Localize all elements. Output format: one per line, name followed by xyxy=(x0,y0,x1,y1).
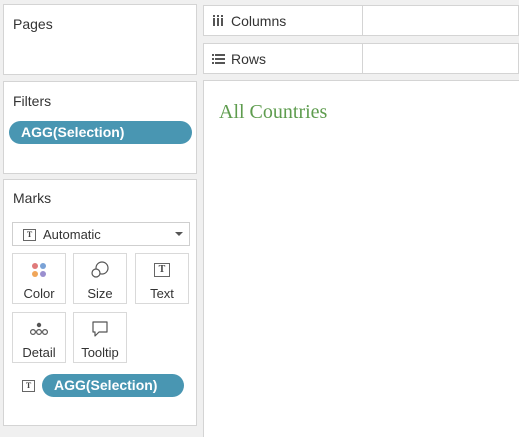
view-canvas[interactable]: All Countries xyxy=(203,80,519,437)
rows-label: Rows xyxy=(231,51,267,67)
mark-type-dropdown[interactable]: T Automatic xyxy=(12,222,190,246)
columns-shelf[interactable]: Columns xyxy=(203,5,519,36)
tooltip-button[interactable]: Tooltip xyxy=(73,312,127,363)
pages-title: Pages xyxy=(13,16,53,32)
filter-pill-agg-selection[interactable]: AGG(Selection) xyxy=(9,121,192,144)
shelf-divider xyxy=(362,6,363,35)
detail-label: Detail xyxy=(22,345,56,360)
size-button[interactable]: Size xyxy=(73,253,127,304)
rows-shelf[interactable]: Rows xyxy=(203,43,519,74)
columns-icon xyxy=(212,15,224,30)
detail-icon xyxy=(13,320,65,338)
text-icon: T xyxy=(23,229,36,241)
dropdown-caret-icon[interactable] xyxy=(175,232,183,236)
size-label: Size xyxy=(87,286,113,301)
filters-title: Filters xyxy=(13,93,52,109)
marks-card[interactable]: Marks T Automatic Color Size T Text Deta… xyxy=(3,179,197,426)
rows-icon xyxy=(212,53,225,68)
color-label: Color xyxy=(23,286,55,301)
shelf-divider xyxy=(362,44,363,73)
pages-card[interactable]: Pages xyxy=(3,4,197,75)
size-icon xyxy=(74,261,126,279)
mark-type-label: Automatic xyxy=(43,227,101,242)
color-icon xyxy=(13,261,65,279)
text-encoding-icon: T xyxy=(22,380,35,392)
filters-card[interactable]: Filters AGG(Selection) xyxy=(3,81,197,174)
marks-title: Marks xyxy=(13,190,52,206)
tooltip-label: Tooltip xyxy=(81,345,119,360)
marks-pill-agg-selection[interactable]: AGG(Selection) xyxy=(42,374,184,397)
tooltip-icon xyxy=(74,320,126,338)
text-mark-icon: T xyxy=(154,263,170,277)
columns-label: Columns xyxy=(231,13,287,29)
text-button[interactable]: T Text xyxy=(135,253,189,304)
color-button[interactable]: Color xyxy=(12,253,66,304)
text-label: Text xyxy=(150,286,174,301)
detail-button[interactable]: Detail xyxy=(12,312,66,363)
view-title: All Countries xyxy=(219,101,328,123)
